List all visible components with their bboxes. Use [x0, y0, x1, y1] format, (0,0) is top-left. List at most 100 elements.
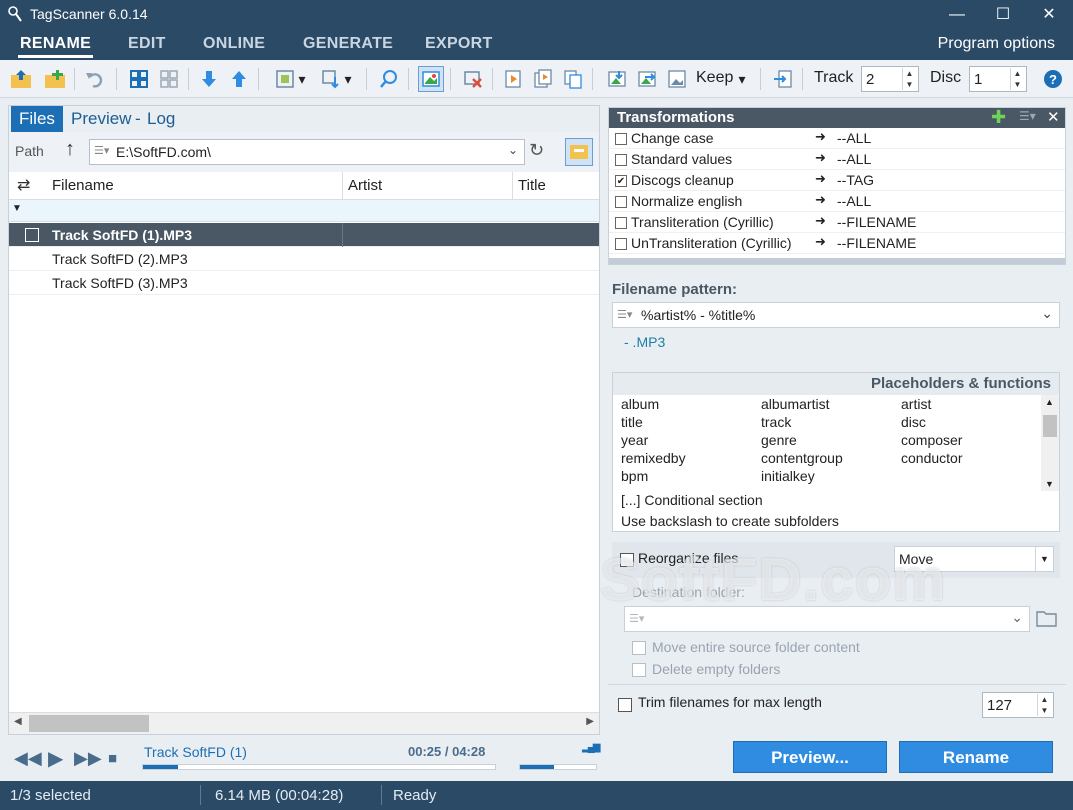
chevron-down-icon[interactable]: ▾: [734, 66, 750, 92]
placeholder-item[interactable]: genre: [761, 432, 797, 448]
transformation-row[interactable]: Standard values ➜ --ALL: [609, 149, 1065, 170]
transformation-checkbox[interactable]: [615, 133, 627, 145]
preview-button[interactable]: Preview...: [733, 741, 887, 773]
help-icon[interactable]: ?: [1040, 66, 1066, 92]
save-tags-icon[interactable]: [770, 66, 796, 92]
placeholder-item[interactable]: composer: [901, 432, 962, 448]
placeholder-item[interactable]: year: [621, 432, 648, 448]
filter-arrow-icon[interactable]: ▼: [12, 203, 22, 214]
shuffle-icon[interactable]: ⇄: [17, 175, 30, 195]
tab-rename[interactable]: RENAME: [17, 35, 94, 58]
transformation-checkbox[interactable]: [615, 238, 627, 250]
tab-files[interactable]: Files: [11, 106, 63, 132]
spin-arrows-icon[interactable]: ▲ ▼: [902, 68, 916, 90]
add-icon[interactable]: ✚: [991, 107, 1006, 128]
close-panel-icon[interactable]: ✕: [1047, 108, 1060, 126]
placeholder-item[interactable]: remixedby: [621, 450, 686, 466]
transformation-checkbox[interactable]: [615, 217, 627, 229]
placeholder-item[interactable]: title: [621, 414, 643, 430]
placeholder-item[interactable]: conductor: [901, 450, 962, 466]
cover-export-icon[interactable]: [634, 66, 660, 92]
browse-folder-icon[interactable]: [565, 138, 593, 166]
image-icon[interactable]: [664, 66, 690, 92]
table-row[interactable]: Track SoftFD (3).MP3: [9, 271, 599, 295]
undo-icon[interactable]: [82, 66, 108, 92]
select-all-icon[interactable]: [126, 66, 152, 92]
refresh-icon[interactable]: ↻: [529, 140, 544, 161]
transformation-row[interactable]: Normalize english ➜ --ALL: [609, 191, 1065, 212]
tab-preview[interactable]: Preview: [63, 106, 139, 132]
chevron-down-icon[interactable]: ⌄: [1041, 305, 1053, 322]
invert-selection-icon[interactable]: [156, 66, 182, 92]
chevron-down-icon[interactable]: ⌄: [508, 143, 518, 157]
table-row[interactable]: Track SoftFD (2).MP3: [9, 247, 599, 271]
fast-forward-icon[interactable]: ▶▶: [74, 748, 102, 769]
playlist-icon[interactable]: [530, 66, 556, 92]
column-title[interactable]: Title: [518, 177, 546, 194]
clear-list-icon[interactable]: [460, 66, 486, 92]
transformation-row[interactable]: Transliteration (Cyrillic) ➜ --FILENAME: [609, 212, 1065, 233]
horizontal-scrollbar[interactable]: ◀ ▶: [9, 712, 599, 734]
keep-dropdown[interactable]: Keep: [696, 69, 733, 87]
transformation-checkbox[interactable]: [615, 196, 627, 208]
placeholder-item[interactable]: artist: [901, 396, 931, 412]
move-entire-checkbox[interactable]: [632, 641, 646, 655]
scroll-up-icon[interactable]: ▲: [1045, 397, 1054, 407]
list-icon[interactable]: ☰▾: [617, 308, 632, 321]
spin-arrows-icon[interactable]: ▲ ▼: [1037, 694, 1051, 716]
transformation-row[interactable]: UnTransliteration (Cyrillic) ➜ --FILENAME: [609, 233, 1065, 254]
tab-edit[interactable]: EDIT: [128, 35, 166, 53]
column-filename[interactable]: Filename: [52, 177, 114, 194]
tab-log[interactable]: Log: [139, 106, 183, 132]
chevron-down-icon[interactable]: ⌄: [1011, 609, 1023, 626]
placeholder-item[interactable]: disc: [901, 414, 926, 430]
scroll-thumb[interactable]: [29, 715, 149, 732]
up-folder-icon[interactable]: ↑: [65, 138, 75, 161]
add-folder-icon[interactable]: [42, 66, 68, 92]
spin-arrows-icon[interactable]: ▲ ▼: [1010, 68, 1024, 90]
placeholder-item[interactable]: album: [621, 396, 659, 412]
rewind-icon[interactable]: ◀◀: [14, 748, 42, 769]
scroll-left-icon[interactable]: ◀: [14, 716, 22, 727]
delete-empty-checkbox[interactable]: [632, 663, 646, 677]
search-icon[interactable]: [376, 66, 402, 92]
chevron-down-icon[interactable]: ▾: [340, 66, 356, 92]
panel-resize-handle[interactable]: [609, 258, 1065, 264]
scroll-thumb[interactable]: [1043, 415, 1057, 437]
filter-row[interactable]: ▼: [9, 200, 599, 222]
scroll-down-icon[interactable]: ▼: [1045, 479, 1054, 489]
minimize-icon[interactable]: —: [934, 0, 980, 30]
path-input[interactable]: ☰▾ E:\SoftFD.com\ ⌄: [89, 139, 525, 165]
seek-bar[interactable]: [142, 764, 496, 770]
volume-slider[interactable]: [519, 764, 597, 770]
placeholder-item[interactable]: initialkey: [761, 468, 815, 484]
row-checkbox[interactable]: [25, 228, 39, 242]
conditional-section-item[interactable]: [...] Conditional section: [621, 492, 763, 508]
placeholders-scrollbar[interactable]: ▲ ▼: [1041, 395, 1059, 491]
preview-mode-icon[interactable]: [418, 66, 444, 92]
chevron-down-icon[interactable]: ▼: [1035, 547, 1053, 571]
move-up-icon[interactable]: [226, 66, 252, 92]
cover-import-icon[interactable]: [604, 66, 630, 92]
transformation-row[interactable]: ✔ Discogs cleanup ➜ --TAG: [609, 170, 1065, 191]
play-file-icon[interactable]: [500, 66, 526, 92]
placeholder-item[interactable]: bpm: [621, 468, 648, 484]
placeholder-item[interactable]: contentgroup: [761, 450, 843, 466]
track-stepper[interactable]: 2 ▲ ▼: [861, 66, 919, 92]
placeholder-item[interactable]: albumartist: [761, 396, 829, 412]
transformation-checkbox[interactable]: ✔: [615, 175, 627, 187]
copy-icon[interactable]: [560, 66, 586, 92]
placeholder-item[interactable]: track: [761, 414, 791, 430]
filename-pattern-input[interactable]: ☰▾ %artist% - %title% ⌄: [612, 302, 1060, 328]
close-icon[interactable]: ✕: [1026, 0, 1072, 30]
rename-button[interactable]: Rename: [899, 741, 1053, 773]
tab-online[interactable]: ONLINE: [203, 35, 265, 53]
trim-length-stepper[interactable]: 127 ▲ ▼: [982, 692, 1054, 718]
stop-icon[interactable]: ■: [108, 750, 117, 767]
play-icon[interactable]: ▶: [48, 746, 63, 771]
tab-generate[interactable]: GENERATE: [303, 35, 393, 53]
trim-checkbox[interactable]: [618, 698, 632, 712]
transformation-checkbox[interactable]: [615, 154, 627, 166]
table-row[interactable]: Track SoftFD (1).MP3: [9, 223, 599, 247]
maximize-icon[interactable]: ☐: [980, 0, 1026, 30]
